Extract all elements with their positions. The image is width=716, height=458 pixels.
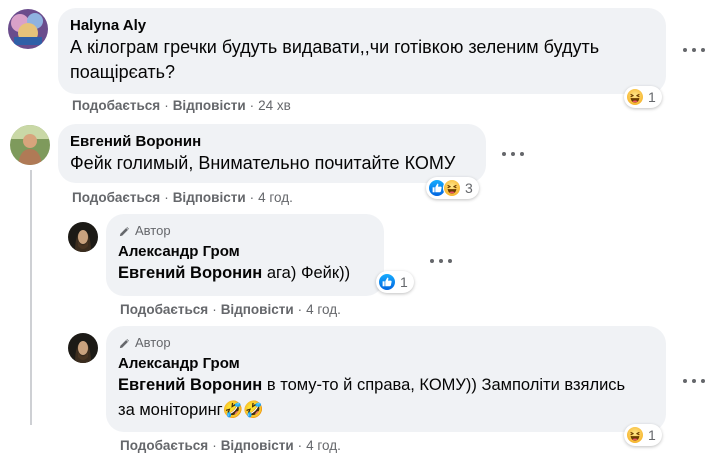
more-options-icon[interactable]: [683, 373, 705, 389]
separator: ·: [249, 190, 255, 205]
comment-text: Фейк голимый, Внимательно почитайте КОМУ: [70, 153, 456, 173]
separator: ·: [212, 438, 217, 453]
comment-text: А кілограм гречки будуть видавати,,чи го…: [70, 37, 600, 82]
comment-actions: Подобається · Відповісти · 4 год.: [72, 190, 293, 206]
haha-icon: [626, 88, 644, 106]
more-options-icon[interactable]: [502, 146, 524, 162]
reply-actions: Подобається · Відповісти · 4 год.: [120, 302, 341, 318]
reply-text: Евгений Воронин ага) Фейк)): [118, 261, 372, 286]
reply-bubble: Автор Александр Гром Евгений Воронин в т…: [106, 326, 666, 432]
reply-bubble: Автор Александр Гром Евгений Воронин ага…: [106, 214, 384, 296]
separator: ·: [164, 98, 169, 113]
reactions-summary[interactable]: 1: [376, 271, 414, 293]
comment-author[interactable]: Halyna Aly: [70, 16, 654, 35]
comment-bubble: Halyna Aly А кілограм гречки будуть вида…: [58, 8, 666, 94]
reactions-summary[interactable]: 1: [624, 424, 662, 446]
more-options-icon[interactable]: [430, 253, 452, 269]
avatar-halyna-aly[interactable]: [8, 9, 48, 49]
reactions-summary[interactable]: 3: [426, 177, 479, 199]
mention-link[interactable]: Евгений Воронин: [118, 264, 262, 282]
reply-text: Евгений Воронин в тому-то й справа, КОМУ…: [118, 373, 638, 423]
haha-icon: [626, 426, 644, 444]
separator: ·: [212, 302, 217, 317]
reply-author[interactable]: Александр Гром: [118, 354, 654, 373]
avatar-aleksandr-grom[interactable]: [68, 222, 98, 252]
like-link[interactable]: Подобається: [120, 302, 208, 317]
reaction-count: 1: [400, 274, 408, 290]
reactions-summary[interactable]: 1: [624, 86, 662, 108]
reply-link[interactable]: Відповісти: [173, 190, 246, 205]
thread-line: [30, 170, 32, 425]
comment-bubble: Евгений Воронин Фейк голимый, Внимательн…: [58, 124, 486, 183]
reply-link[interactable]: Відповісти: [221, 438, 294, 453]
mention-link[interactable]: Евгений Воронин: [118, 376, 262, 394]
reply-author[interactable]: Александр Гром: [118, 242, 372, 261]
author-badge-label: Автор: [135, 335, 171, 350]
more-options-icon[interactable]: [683, 42, 705, 58]
like-icon: [378, 273, 396, 291]
reaction-count: 1: [648, 89, 656, 105]
comment-author[interactable]: Евгений Воронин: [70, 132, 474, 151]
author-badge-label: Автор: [135, 223, 171, 238]
reply-link[interactable]: Відповісти: [221, 302, 294, 317]
reply-timestamp[interactable]: 4 год.: [306, 302, 341, 317]
reaction-count: 3: [465, 180, 473, 196]
author-badge: Автор: [118, 335, 654, 351]
like-link[interactable]: Подобається: [120, 438, 208, 453]
comment-timestamp[interactable]: 4 год.: [258, 190, 293, 205]
separator: ·: [249, 98, 255, 113]
comment-actions: Подобається · Відповісти · 24 хв: [72, 98, 291, 114]
reply-actions: Подобається · Відповісти · 4 год.: [120, 438, 341, 454]
like-link[interactable]: Подобається: [72, 190, 160, 205]
reaction-count: 1: [648, 427, 656, 443]
author-badge: Автор: [118, 223, 372, 239]
separator: ·: [297, 438, 303, 453]
like-link[interactable]: Подобається: [72, 98, 160, 113]
haha-icon: [443, 179, 461, 197]
pen-icon: [119, 338, 129, 348]
pen-icon: [119, 226, 129, 236]
separator: ·: [164, 190, 169, 205]
comment-timestamp[interactable]: 24 хв: [258, 98, 291, 113]
reply-link[interactable]: Відповісти: [173, 98, 246, 113]
separator: ·: [297, 302, 303, 317]
avatar-aleksandr-grom[interactable]: [68, 333, 98, 363]
reply-body: ага) Фейк)): [262, 264, 351, 282]
reply-timestamp[interactable]: 4 год.: [306, 438, 341, 453]
avatar-evgeniy-voronin[interactable]: [10, 125, 50, 165]
